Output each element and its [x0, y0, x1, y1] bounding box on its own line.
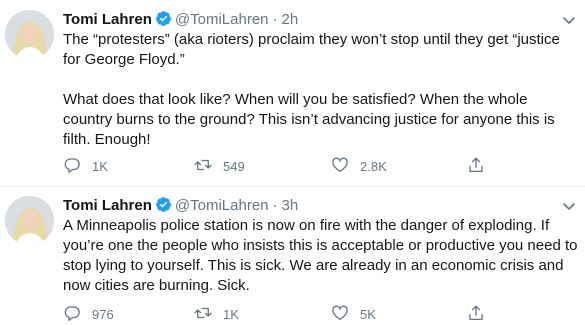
like-count: 2.8K	[360, 158, 387, 174]
like-icon	[331, 304, 349, 325]
reply-count: 1K	[92, 158, 108, 174]
like-button[interactable]: 2.8K	[331, 155, 387, 177]
reply-button[interactable]: 976	[63, 303, 114, 325]
timestamp[interactable]: 2h	[282, 11, 299, 28]
handle[interactable]: @TomiLahren	[175, 197, 269, 214]
separator: ·	[272, 197, 278, 214]
timestamp[interactable]: 3h	[282, 197, 299, 214]
like-icon	[331, 156, 349, 177]
reply-icon	[63, 304, 81, 325]
tweet-text: A Minneapolis police station is now on f…	[63, 217, 582, 294]
share-button[interactable]	[467, 155, 485, 177]
tweet[interactable]: Tomi Lahren @TomiLahren · 3h A Minneapolis …	[0, 186, 585, 325]
share-icon	[467, 156, 485, 177]
tweet-text: The “protesters” (aka rioters) proclaim …	[63, 31, 560, 148]
handle[interactable]: @TomiLahren	[175, 11, 269, 28]
tweet-header: Tomi Lahren @TomiLahren · 2h	[63, 10, 298, 30]
tweet-header: Tomi Lahren @TomiLahren · 3h	[63, 196, 298, 216]
retweet-count: 1K	[223, 306, 239, 322]
display-name[interactable]: Tomi Lahren	[63, 197, 152, 214]
retweet-count: 549	[223, 158, 245, 174]
retweet-icon	[194, 156, 212, 177]
reply-button[interactable]: 1K	[63, 155, 108, 177]
like-count: 5K	[360, 306, 376, 322]
reply-icon	[63, 156, 81, 177]
avatar[interactable]	[5, 10, 54, 59]
share-button[interactable]	[467, 303, 485, 325]
retweet-icon	[194, 304, 212, 325]
retweet-button[interactable]: 549	[194, 155, 245, 177]
retweet-button[interactable]: 1K	[194, 303, 239, 325]
share-icon	[467, 304, 485, 325]
tweet-actions: 1K 549 2.8K	[63, 155, 563, 177]
display-name[interactable]: Tomi Lahren	[63, 11, 152, 28]
like-button[interactable]: 5K	[331, 303, 376, 325]
chevron-down-icon[interactable]	[561, 198, 577, 214]
avatar[interactable]	[5, 196, 54, 245]
tweet[interactable]: Tomi Lahren @TomiLahren · 2h The “protester…	[0, 0, 585, 186]
tweet-actions: 976 1K 5K	[63, 303, 563, 325]
chevron-down-icon[interactable]	[561, 12, 577, 28]
reply-count: 976	[92, 306, 114, 322]
separator: ·	[272, 11, 278, 28]
